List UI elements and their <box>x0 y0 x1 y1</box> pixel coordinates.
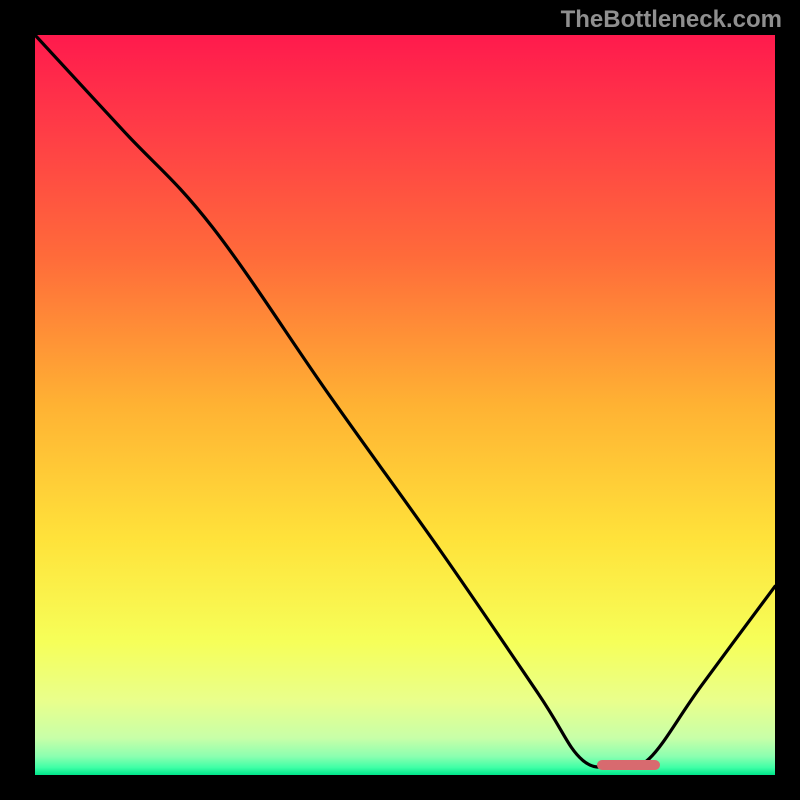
chart-frame: TheBottleneck.com <box>0 0 800 800</box>
plot-area <box>35 35 775 775</box>
branding-watermark: TheBottleneck.com <box>561 6 782 34</box>
heat-gradient-background <box>35 35 775 775</box>
optimal-range-marker <box>597 760 660 770</box>
